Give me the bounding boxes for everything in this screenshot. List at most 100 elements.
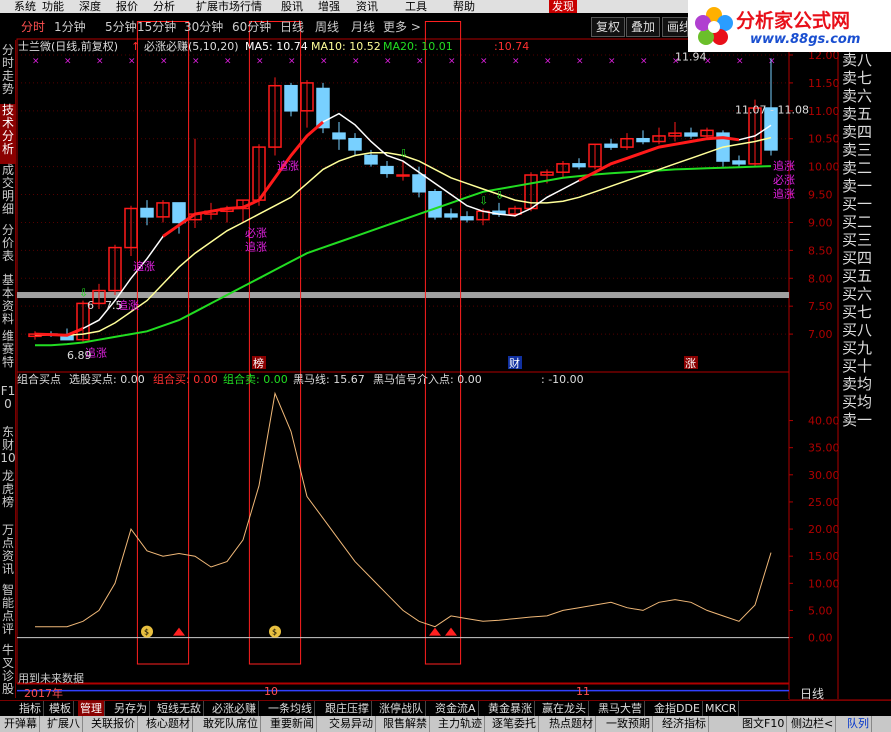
menu-item-6[interactable]: 股讯 [281, 0, 303, 13]
indicator-tab-bar: 指标 模板 管理 另存为 短线无敌 必涨必赚 一条均线 跟庄压撑 涨停战队 资金流A 黄金暴涨 赢在龙… [0, 700, 891, 716]
indicator-tab-1[interactable]: 模板 [47, 701, 74, 716]
left-tab-0[interactable]: 分时走势 [0, 44, 16, 104]
period-tab-7[interactable]: 周线 [315, 17, 339, 37]
left-tab-8[interactable]: 龙虎榜 [0, 470, 16, 524]
signal-label-5: 追涨 [277, 158, 299, 172]
signal-label-8: 追涨 [773, 186, 795, 200]
left-tab-10[interactable]: 智能点评 [0, 584, 16, 644]
sidebar-item-5: 卖三 [842, 141, 873, 159]
candle-body-24 [412, 174, 426, 193]
left-tab-9[interactable]: 万点资讯 [0, 524, 16, 584]
menu-item-4[interactable]: 分析 [153, 0, 175, 13]
left-tab-11[interactable]: 牛叉诊股 [0, 644, 16, 696]
indicator-tab-11[interactable]: 赢在龙头 [540, 701, 589, 716]
menu-item-3[interactable]: 报价 [116, 0, 138, 13]
function-bar-item-3[interactable]: 核心题材 [144, 716, 193, 732]
top-marker-0: × [32, 56, 40, 66]
price-tick-label-5: 9.50 [808, 189, 833, 202]
menu-item-1[interactable]: 功能 [42, 0, 64, 13]
function-bar-item-6[interactable]: 交易异动 [327, 716, 376, 732]
indicator-tab-2[interactable]: 管理 [78, 701, 105, 716]
function-bar-item-9[interactable]: 逐笔委托 [490, 716, 539, 732]
function-bar-item-13[interactable]: 图文F10 [740, 716, 788, 732]
left-tab-7[interactable]: 东财10 [0, 426, 16, 470]
function-bar-item-8[interactable]: 主力轨迹 [436, 716, 485, 732]
left-tab-4[interactable]: 基本资料 [0, 274, 16, 330]
function-bar-item-2[interactable]: 关联报价 [89, 716, 138, 732]
ma20-line [35, 165, 772, 347]
menu-item-8[interactable]: 资讯 [356, 0, 378, 13]
function-bar-item-11[interactable]: 一致预期 [604, 716, 653, 732]
period-tab-9[interactable]: 更多 > [383, 17, 421, 37]
menu-item-9[interactable]: 工具 [405, 0, 427, 13]
indicator-tab-5[interactable]: 必涨必赚 [210, 701, 259, 716]
menu-item-2[interactable]: 深度 [79, 0, 101, 13]
restore-rights-button[interactable]: 复权 [591, 17, 626, 37]
top-marker-18: × [320, 56, 328, 66]
function-bar-item-15[interactable]: 队列 [845, 716, 872, 732]
draw-line-button[interactable]: 画线 [662, 17, 688, 37]
ma20-label: MA20: 10.01 [383, 40, 453, 53]
sidebar-item-10: 买三 [842, 231, 873, 249]
period-tab-5[interactable]: 60分钟 [232, 17, 271, 37]
sidebar-item-9: 买二 [842, 213, 873, 231]
indicator-tab-14[interactable]: MKCR [703, 701, 740, 716]
price-tick-label-6: 9.00 [808, 216, 833, 229]
indicator-tab-8[interactable]: 涨停战队 [377, 701, 426, 716]
moneybag-glyph-0: $ [144, 628, 149, 637]
left-tab-3[interactable]: 分价表 [0, 224, 16, 274]
menu-item-10[interactable]: 帮助 [453, 0, 475, 13]
left-tab-2[interactable]: 成交明细 [0, 164, 16, 224]
indicator-tab-4[interactable]: 短线无敌 [155, 701, 204, 716]
sidebar-item-19: 买均 [842, 393, 873, 411]
function-bar-item-1[interactable]: 扩展八 [45, 716, 83, 732]
period-tab-3[interactable]: 15分钟 [137, 17, 176, 37]
function-bar-item-4[interactable]: 敢死队席位 [201, 716, 261, 732]
period-tab-1[interactable]: 1分钟 [54, 17, 86, 37]
function-bar-item-10[interactable]: 热点题材 [547, 716, 596, 732]
indicator-tab-6[interactable]: 一条均线 [266, 701, 315, 716]
period-tab-2[interactable]: 5分钟 [105, 17, 137, 37]
top-marker-34: × [576, 56, 584, 66]
period-tab-8[interactable]: 月线 [351, 17, 375, 37]
price-tick-label-9: 7.50 [808, 300, 833, 313]
function-bar-item-14[interactable]: 侧边栏< [789, 716, 837, 732]
menu-item-7[interactable]: 增强 [318, 0, 340, 13]
function-bar-item-5[interactable]: 重要新闻 [268, 716, 317, 732]
sidebar-item-20: 卖一 [842, 411, 873, 429]
ma10-label: MA10: 10.52 [311, 40, 381, 53]
overlay-button[interactable]: 叠加 [626, 17, 661, 37]
top-marker-44: × [736, 56, 744, 66]
indicator-tab-0[interactable]: 指标 [17, 701, 44, 716]
reference-band [17, 292, 789, 299]
event-label-2: 涨 [685, 357, 696, 370]
candle-body-20 [348, 137, 362, 151]
signal-label-7: 必涨 [773, 173, 795, 186]
sidebar-item-8: 买一 [842, 195, 873, 213]
left-tab-5[interactable]: 维赛特 [0, 330, 16, 370]
price-tick-label-1: 11.50 [808, 77, 840, 90]
indicator-tab-10[interactable]: 黄金暴涨 [486, 701, 535, 716]
indicator-tab-9[interactable]: 资金流A [433, 701, 479, 716]
left-tab-1[interactable]: 技术分析 [0, 104, 16, 164]
left-tab-6[interactable]: F10 [0, 385, 16, 425]
menu-item-11[interactable]: 发现 [549, 0, 577, 13]
indicator-tab-3[interactable]: 另存为 [112, 701, 150, 716]
period-tab-6[interactable]: 日线 [280, 17, 304, 37]
function-bar-item-0[interactable]: 开弹幕 [2, 716, 40, 732]
period-tab-0[interactable]: 分时 [21, 17, 45, 37]
price-tick-label-2: 11.00 [808, 105, 840, 118]
indicator-tab-12[interactable]: 黑马大营 [596, 701, 645, 716]
function-bar-item-7[interactable]: 限售解禁 [381, 716, 430, 732]
period-tab-4[interactable]: 30分钟 [184, 17, 223, 37]
indicator-tab-7[interactable]: 跟庄压撑 [323, 701, 372, 716]
menu-item-5[interactable]: 扩展市场行情 [196, 0, 262, 13]
ind-tick-label-0: 40.00 [808, 415, 840, 428]
menu-item-0[interactable]: 系统 [14, 0, 36, 13]
indicator-tab-13[interactable]: 金指DDE [652, 701, 703, 716]
xg-buy-label: 选股买点: 0.00 [69, 373, 145, 386]
date-axis: 2017年 10 11 [17, 685, 787, 700]
up-arrow-icon-4 [445, 627, 457, 636]
function-bar-item-12[interactable]: 经济指标 [660, 716, 709, 732]
sidebar-item-14: 买七 [842, 303, 873, 321]
